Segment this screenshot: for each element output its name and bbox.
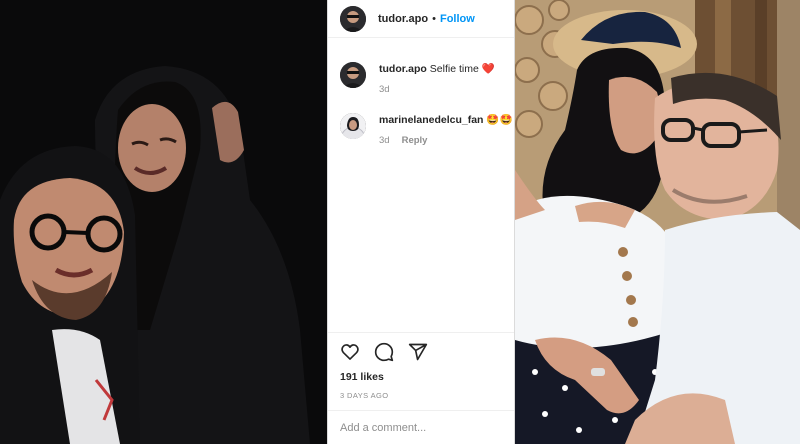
comment-username[interactable]: tudor.apo — [379, 63, 427, 75]
post-timestamp: 3 DAYS AGO — [340, 391, 389, 400]
action-icons — [340, 341, 514, 363]
avatar-image — [340, 113, 366, 139]
comments-list: tudor.apo Selfie time ❤️ 3d marinelanede… — [328, 38, 514, 146]
comment-age: 3d — [379, 84, 390, 95]
comment-body: tudor.apo Selfie time ❤️ 3d — [379, 62, 495, 95]
comment-text: Selfie time — [429, 63, 479, 75]
selfie-night-photo — [0, 0, 327, 444]
header-username[interactable]: tudor.apo — [378, 13, 428, 25]
follow-button[interactable]: Follow — [440, 13, 475, 25]
star-eyes-emoji: 🤩🤩 — [486, 114, 513, 126]
post-actions: 191 likes 3 DAYS AGO — [328, 332, 514, 402]
comment-bubble-icon[interactable] — [374, 342, 394, 362]
likes-count[interactable]: 191 likes — [340, 371, 514, 383]
post-panel: tudor.apo • Follow tudor.apo Selfie time… — [327, 0, 515, 444]
comment-item: marinelanedelcu_fan 🤩🤩 3d Reply — [340, 113, 514, 146]
comment-input[interactable] — [340, 421, 502, 434]
reply-button[interactable]: Reply — [402, 135, 428, 146]
post-header: tudor.apo • Follow — [328, 0, 514, 38]
avatar[interactable] — [340, 5, 366, 32]
comment-meta: 3d — [379, 84, 495, 95]
avatar-image — [340, 62, 366, 88]
right-photo — [515, 0, 800, 444]
heart-emoji: ❤️ — [481, 63, 495, 75]
comment-line: marinelanedelcu_fan 🤩🤩 — [379, 113, 513, 127]
paper-plane-icon[interactable] — [408, 342, 428, 362]
add-comment-row — [328, 410, 514, 444]
comment-age: 3d — [379, 135, 390, 146]
heart-icon[interactable] — [340, 342, 360, 362]
avatar-image — [340, 5, 366, 32]
comment-avatar[interactable] — [340, 113, 366, 139]
comment-avatar[interactable] — [340, 62, 366, 88]
couple-outdoor-photo — [515, 0, 800, 444]
comment-body: marinelanedelcu_fan 🤩🤩 3d Reply — [379, 113, 513, 146]
left-photo — [0, 0, 327, 444]
comment-line: tudor.apo Selfie time ❤️ — [379, 62, 495, 76]
separator-dot: • — [432, 12, 436, 25]
comment-username[interactable]: marinelanedelcu_fan — [379, 114, 483, 126]
comment-meta: 3d Reply — [379, 135, 513, 146]
comment-item: tudor.apo Selfie time ❤️ 3d — [340, 62, 514, 95]
